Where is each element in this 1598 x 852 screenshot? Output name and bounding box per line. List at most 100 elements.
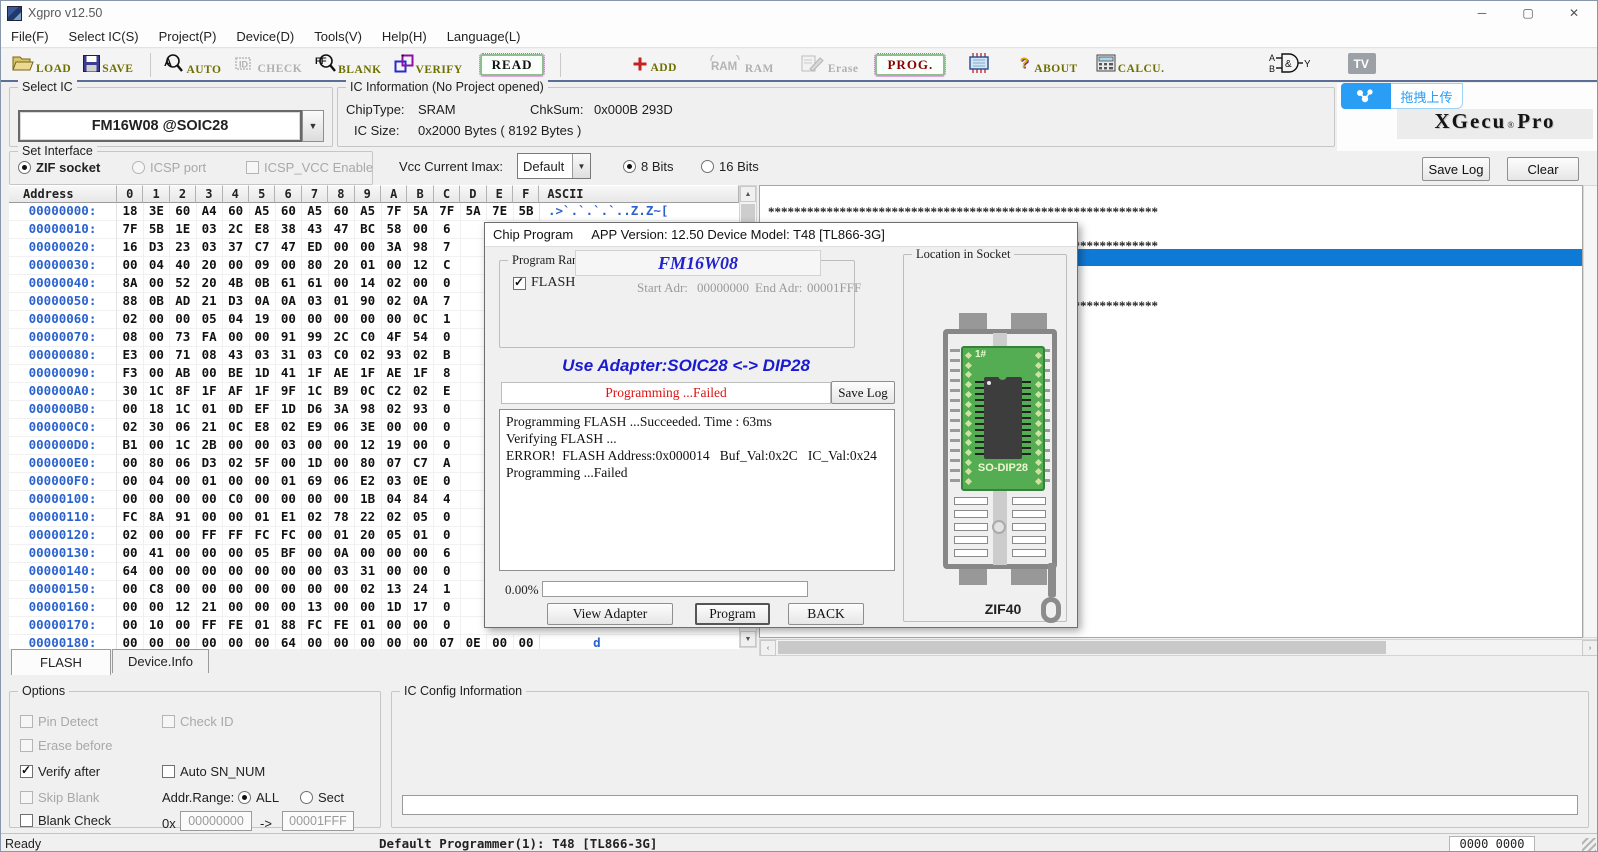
hex-byte-cell[interactable]: 00	[117, 401, 144, 419]
hex-byte-cell[interactable]: 01	[249, 509, 276, 527]
hex-byte-cell[interactable]: 00	[170, 527, 197, 545]
verify-after-checkbox[interactable]: Verify after	[20, 764, 100, 779]
hex-byte-cell[interactable]: C0	[355, 329, 382, 347]
hex-byte-cell[interactable]: 0	[434, 509, 461, 527]
hex-byte-cell[interactable]: C2	[381, 383, 408, 401]
hex-byte-cell[interactable]: C8	[143, 581, 170, 599]
dialog-title-bar[interactable]: Chip Program APP Version: 12.50 Device M…	[485, 223, 1077, 247]
tv-button[interactable]: TV	[1345, 52, 1379, 78]
hex-byte-cell[interactable]: 3E	[143, 203, 170, 221]
hex-byte-cell[interactable]: 80	[302, 257, 329, 275]
hex-byte-cell[interactable]: 88	[275, 617, 302, 635]
hex-byte-cell[interactable]: 00	[407, 617, 434, 635]
hex-byte-cell[interactable]: 0	[434, 401, 461, 419]
hex-byte-cell[interactable]: 60	[328, 203, 355, 221]
tab-device-info[interactable]: Device.Info	[112, 649, 209, 673]
hex-byte-cell[interactable]: 00	[249, 329, 276, 347]
hex-byte-cell[interactable]: 00	[196, 563, 223, 581]
hex-byte-cell[interactable]: 10	[143, 617, 170, 635]
hex-byte-cell[interactable]: 00	[117, 257, 144, 275]
hex-byte-cell[interactable]: D3	[223, 293, 250, 311]
hex-byte-cell[interactable]: 8A	[143, 509, 170, 527]
hex-byte-cell[interactable]: 43	[223, 347, 250, 365]
hex-byte-cell[interactable]: 0C	[223, 419, 250, 437]
hex-byte-cell[interactable]: 93	[407, 401, 434, 419]
hex-byte-cell[interactable]: 7F	[434, 203, 461, 221]
hex-byte-cell[interactable]: 00	[143, 311, 170, 329]
hex-byte-cell[interactable]: 17	[407, 599, 434, 617]
hex-byte-cell[interactable]: 00	[381, 617, 408, 635]
hex-byte-cell[interactable]: 00	[223, 437, 250, 455]
hex-byte-cell[interactable]: 00	[117, 545, 144, 563]
hex-byte-cell[interactable]: E9	[302, 419, 329, 437]
hex-byte-cell[interactable]: 03	[249, 347, 276, 365]
hex-byte-cell[interactable]: BC	[355, 221, 382, 239]
hex-byte-cell[interactable]: 00	[143, 491, 170, 509]
hex-byte-cell[interactable]: 06	[170, 419, 197, 437]
hex-byte-cell[interactable]: 4	[434, 491, 461, 509]
hex-byte-cell[interactable]: 31	[355, 563, 382, 581]
hex-byte-cell[interactable]: 00	[143, 329, 170, 347]
hex-byte-cell[interactable]: 00	[302, 581, 329, 599]
hex-byte-cell[interactable]: 00	[275, 581, 302, 599]
save-log-button[interactable]: Save Log	[1422, 157, 1490, 181]
hex-byte-cell[interactable]: AD	[170, 293, 197, 311]
hex-byte-cell[interactable]: C7	[407, 455, 434, 473]
addr-to-input[interactable]	[282, 811, 354, 831]
hex-byte-cell[interactable]: AB	[170, 365, 197, 383]
hex-byte-cell[interactable]: 01	[196, 401, 223, 419]
hex-byte-cell[interactable]: 02	[407, 347, 434, 365]
log-vertical-scrollbar[interactable]	[1583, 185, 1598, 638]
hex-ascii-cell[interactable]: d	[539, 635, 738, 649]
hex-byte-cell[interactable]: 00	[223, 509, 250, 527]
hex-byte-cell[interactable]: 00	[143, 365, 170, 383]
hex-byte-cell[interactable]: 0E	[460, 635, 487, 649]
hex-byte-cell[interactable]: 60	[275, 203, 302, 221]
hex-byte-cell[interactable]: C7	[249, 239, 276, 257]
load-button[interactable]: LOAD	[9, 54, 74, 76]
hex-byte-cell[interactable]: 03	[302, 293, 329, 311]
hex-byte-cell[interactable]: 69	[302, 473, 329, 491]
hex-byte-cell[interactable]: 00	[302, 311, 329, 329]
hex-byte-cell[interactable]: 00	[249, 635, 276, 649]
hex-byte-cell[interactable]: 00	[487, 635, 514, 649]
hex-byte-cell[interactable]: 14	[355, 275, 382, 293]
hex-byte-cell[interactable]: 20	[196, 275, 223, 293]
hex-byte-cell[interactable]: 00	[170, 491, 197, 509]
hex-byte-cell[interactable]: 20	[328, 257, 355, 275]
hex-byte-cell[interactable]: 88	[117, 293, 144, 311]
hex-byte-cell[interactable]: 00	[328, 437, 355, 455]
hex-byte-cell[interactable]: 18	[143, 401, 170, 419]
check-id-checkbox[interactable]: Check ID	[162, 714, 233, 729]
menu-item-select-ic[interactable]: Select IC(S)	[59, 26, 149, 47]
hex-byte-cell[interactable]: 7	[434, 239, 461, 257]
hex-byte-cell[interactable]: 1F	[407, 365, 434, 383]
hex-byte-cell[interactable]: 13	[302, 599, 329, 617]
hex-byte-cell[interactable]: 00	[381, 257, 408, 275]
hex-byte-cell[interactable]: 00	[249, 599, 276, 617]
hex-byte-cell[interactable]: 12	[170, 599, 197, 617]
hex-byte-cell[interactable]: 54	[407, 329, 434, 347]
hex-byte-cell[interactable]: FA	[196, 329, 223, 347]
hex-byte-cell[interactable]: B1	[117, 437, 144, 455]
hex-byte-cell[interactable]: 98	[407, 239, 434, 257]
bits8-radio[interactable]: 8 Bits	[623, 159, 674, 174]
hex-byte-cell[interactable]: F3	[117, 365, 144, 383]
hex-byte-cell[interactable]: 1C	[170, 437, 197, 455]
menu-item-device[interactable]: Device(D)	[226, 26, 304, 47]
hex-byte-cell[interactable]: 00	[328, 275, 355, 293]
hex-byte-cell[interactable]: 06	[170, 455, 197, 473]
hex-byte-cell[interactable]: 00	[407, 221, 434, 239]
hex-byte-cell[interactable]: 04	[143, 473, 170, 491]
read-button[interactable]: READ	[480, 54, 545, 76]
about-button[interactable]: ??ABOUT	[1015, 54, 1080, 76]
hex-byte-cell[interactable]: 0A	[328, 545, 355, 563]
hex-byte-cell[interactable]: 03	[381, 473, 408, 491]
hex-byte-cell[interactable]: C0	[223, 491, 250, 509]
hex-byte-cell[interactable]: E8	[249, 419, 276, 437]
hex-byte-cell[interactable]: 00	[355, 311, 382, 329]
hex-byte-cell[interactable]: C0	[328, 347, 355, 365]
hex-byte-cell[interactable]: 00	[223, 545, 250, 563]
hex-byte-cell[interactable]: 03	[196, 239, 223, 257]
tab-flash[interactable]: FLASH	[11, 649, 111, 675]
